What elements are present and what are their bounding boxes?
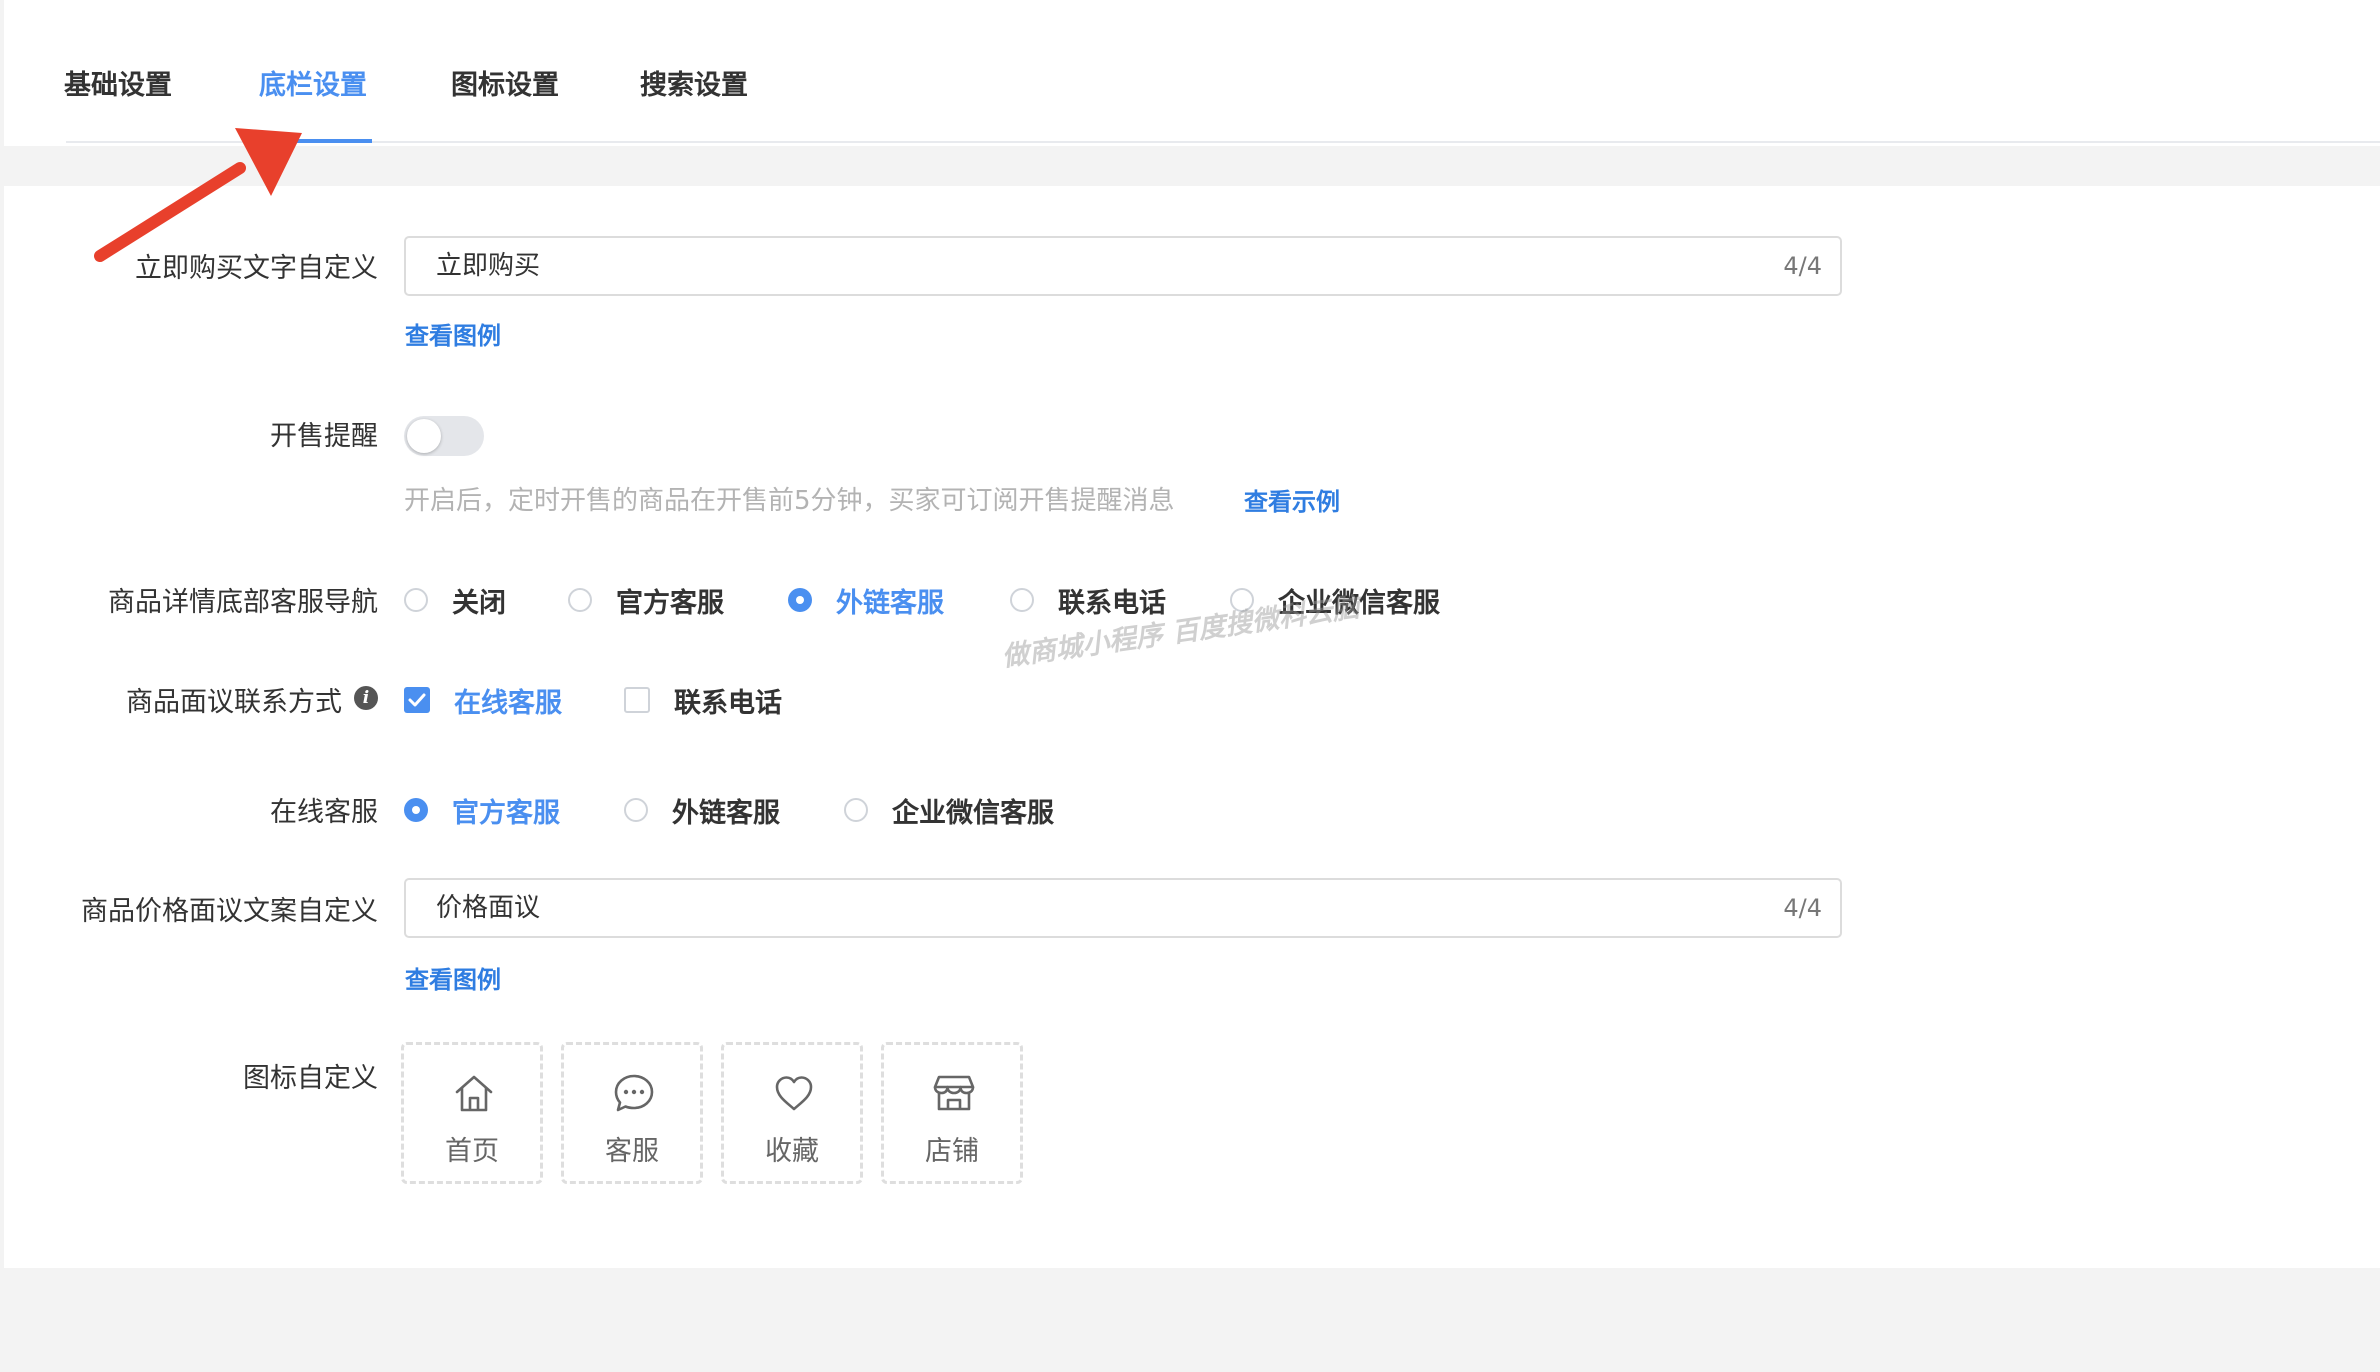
negotiation-option-phone[interactable]: 联系电话 (624, 680, 782, 720)
option-label: 官方客服 (616, 587, 724, 619)
tab-basic-settings[interactable]: 基础设置 (64, 66, 172, 106)
option-label: 外链客服 (672, 797, 780, 829)
price-text-char-count: 4/4 (1783, 894, 1822, 922)
icon-caption: 店铺 (925, 1136, 979, 1167)
form-card (4, 186, 2380, 1268)
icon-custom-label: 图标自定义 (243, 1063, 378, 1094)
radio-circle (844, 798, 868, 822)
sale-reminder-label: 开售提醒 (270, 421, 378, 452)
buy-text-char-count: 4/4 (1783, 252, 1822, 280)
store-icon (933, 1075, 975, 1111)
tab-bottom-bar-settings[interactable]: 底栏设置 (259, 66, 367, 106)
detail-nav-option-close[interactable]: 关闭 (404, 580, 506, 620)
price-text-label: 商品价格面议文案自定义 (81, 896, 378, 927)
radio-circle-selected (404, 798, 428, 822)
sale-reminder-toggle[interactable] (404, 416, 484, 456)
sale-reminder-example-link[interactable]: 查看示例 (1244, 482, 1340, 517)
toggle-knob (407, 419, 441, 453)
detail-nav-option-external[interactable]: 外链客服 (788, 580, 944, 620)
radio-circle (1010, 588, 1034, 612)
icon-caption: 客服 (605, 1136, 659, 1167)
active-tab-indicator (259, 139, 372, 143)
option-label: 在线客服 (454, 687, 562, 719)
icon-slot-favorite[interactable]: 收藏 (721, 1042, 863, 1184)
detail-nav-label: 商品详情底部客服导航 (108, 587, 378, 618)
sale-reminder-hint: 开启后，定时开售的商品在开售前5分钟，买家可订阅开售提醒消息 (404, 486, 1175, 516)
check-icon (408, 693, 426, 707)
icon-slot-service[interactable]: 客服 (561, 1042, 703, 1184)
price-text-example-link[interactable]: 查看图例 (405, 960, 501, 995)
negotiation-option-online[interactable]: 在线客服 (404, 680, 562, 720)
radio-circle (624, 798, 648, 822)
option-label: 外链客服 (836, 587, 944, 619)
option-label: 官方客服 (452, 797, 560, 829)
tab-icon-settings[interactable]: 图标设置 (451, 66, 559, 106)
online-service-option-external[interactable]: 外链客服 (624, 790, 780, 830)
icon-caption: 收藏 (765, 1136, 819, 1167)
tabs-divider (66, 141, 2380, 143)
buy-text-value: 立即购买 (436, 251, 541, 281)
buy-text-input[interactable]: 立即购买 4/4 (404, 236, 1842, 296)
detail-nav-option-official[interactable]: 官方客服 (568, 580, 724, 620)
buy-text-example-link[interactable]: 查看图例 (405, 316, 501, 351)
option-label: 联系电话 (674, 687, 782, 719)
checkbox-checked (404, 687, 430, 713)
online-service-label: 在线客服 (270, 797, 378, 828)
option-label: 企业微信客服 (892, 797, 1054, 829)
checkbox (624, 687, 650, 713)
info-icon[interactable]: i (354, 686, 378, 710)
icon-slot-store[interactable]: 店铺 (881, 1042, 1023, 1184)
price-text-input[interactable]: 价格面议 4/4 (404, 878, 1842, 938)
radio-circle-selected (788, 588, 812, 612)
heart-icon (775, 1076, 813, 1111)
home-icon (455, 1075, 493, 1112)
radio-circle (404, 588, 428, 612)
buy-text-label: 立即购买文字自定义 (135, 253, 378, 284)
tabs-card: 基础设置 底栏设置 图标设置 搜索设置 (4, 0, 2380, 146)
chat-icon (614, 1074, 654, 1112)
icon-caption: 首页 (445, 1136, 499, 1167)
online-service-option-wecom[interactable]: 企业微信客服 (844, 790, 1054, 830)
tab-search-settings[interactable]: 搜索设置 (640, 66, 748, 106)
online-service-option-official[interactable]: 官方客服 (404, 790, 560, 830)
price-text-value: 价格面议 (436, 893, 541, 923)
radio-circle (568, 588, 592, 612)
option-label: 关闭 (452, 587, 506, 619)
icon-slot-home[interactable]: 首页 (401, 1042, 543, 1184)
negotiation-contact-label: 商品面议联系方式 (126, 687, 342, 718)
